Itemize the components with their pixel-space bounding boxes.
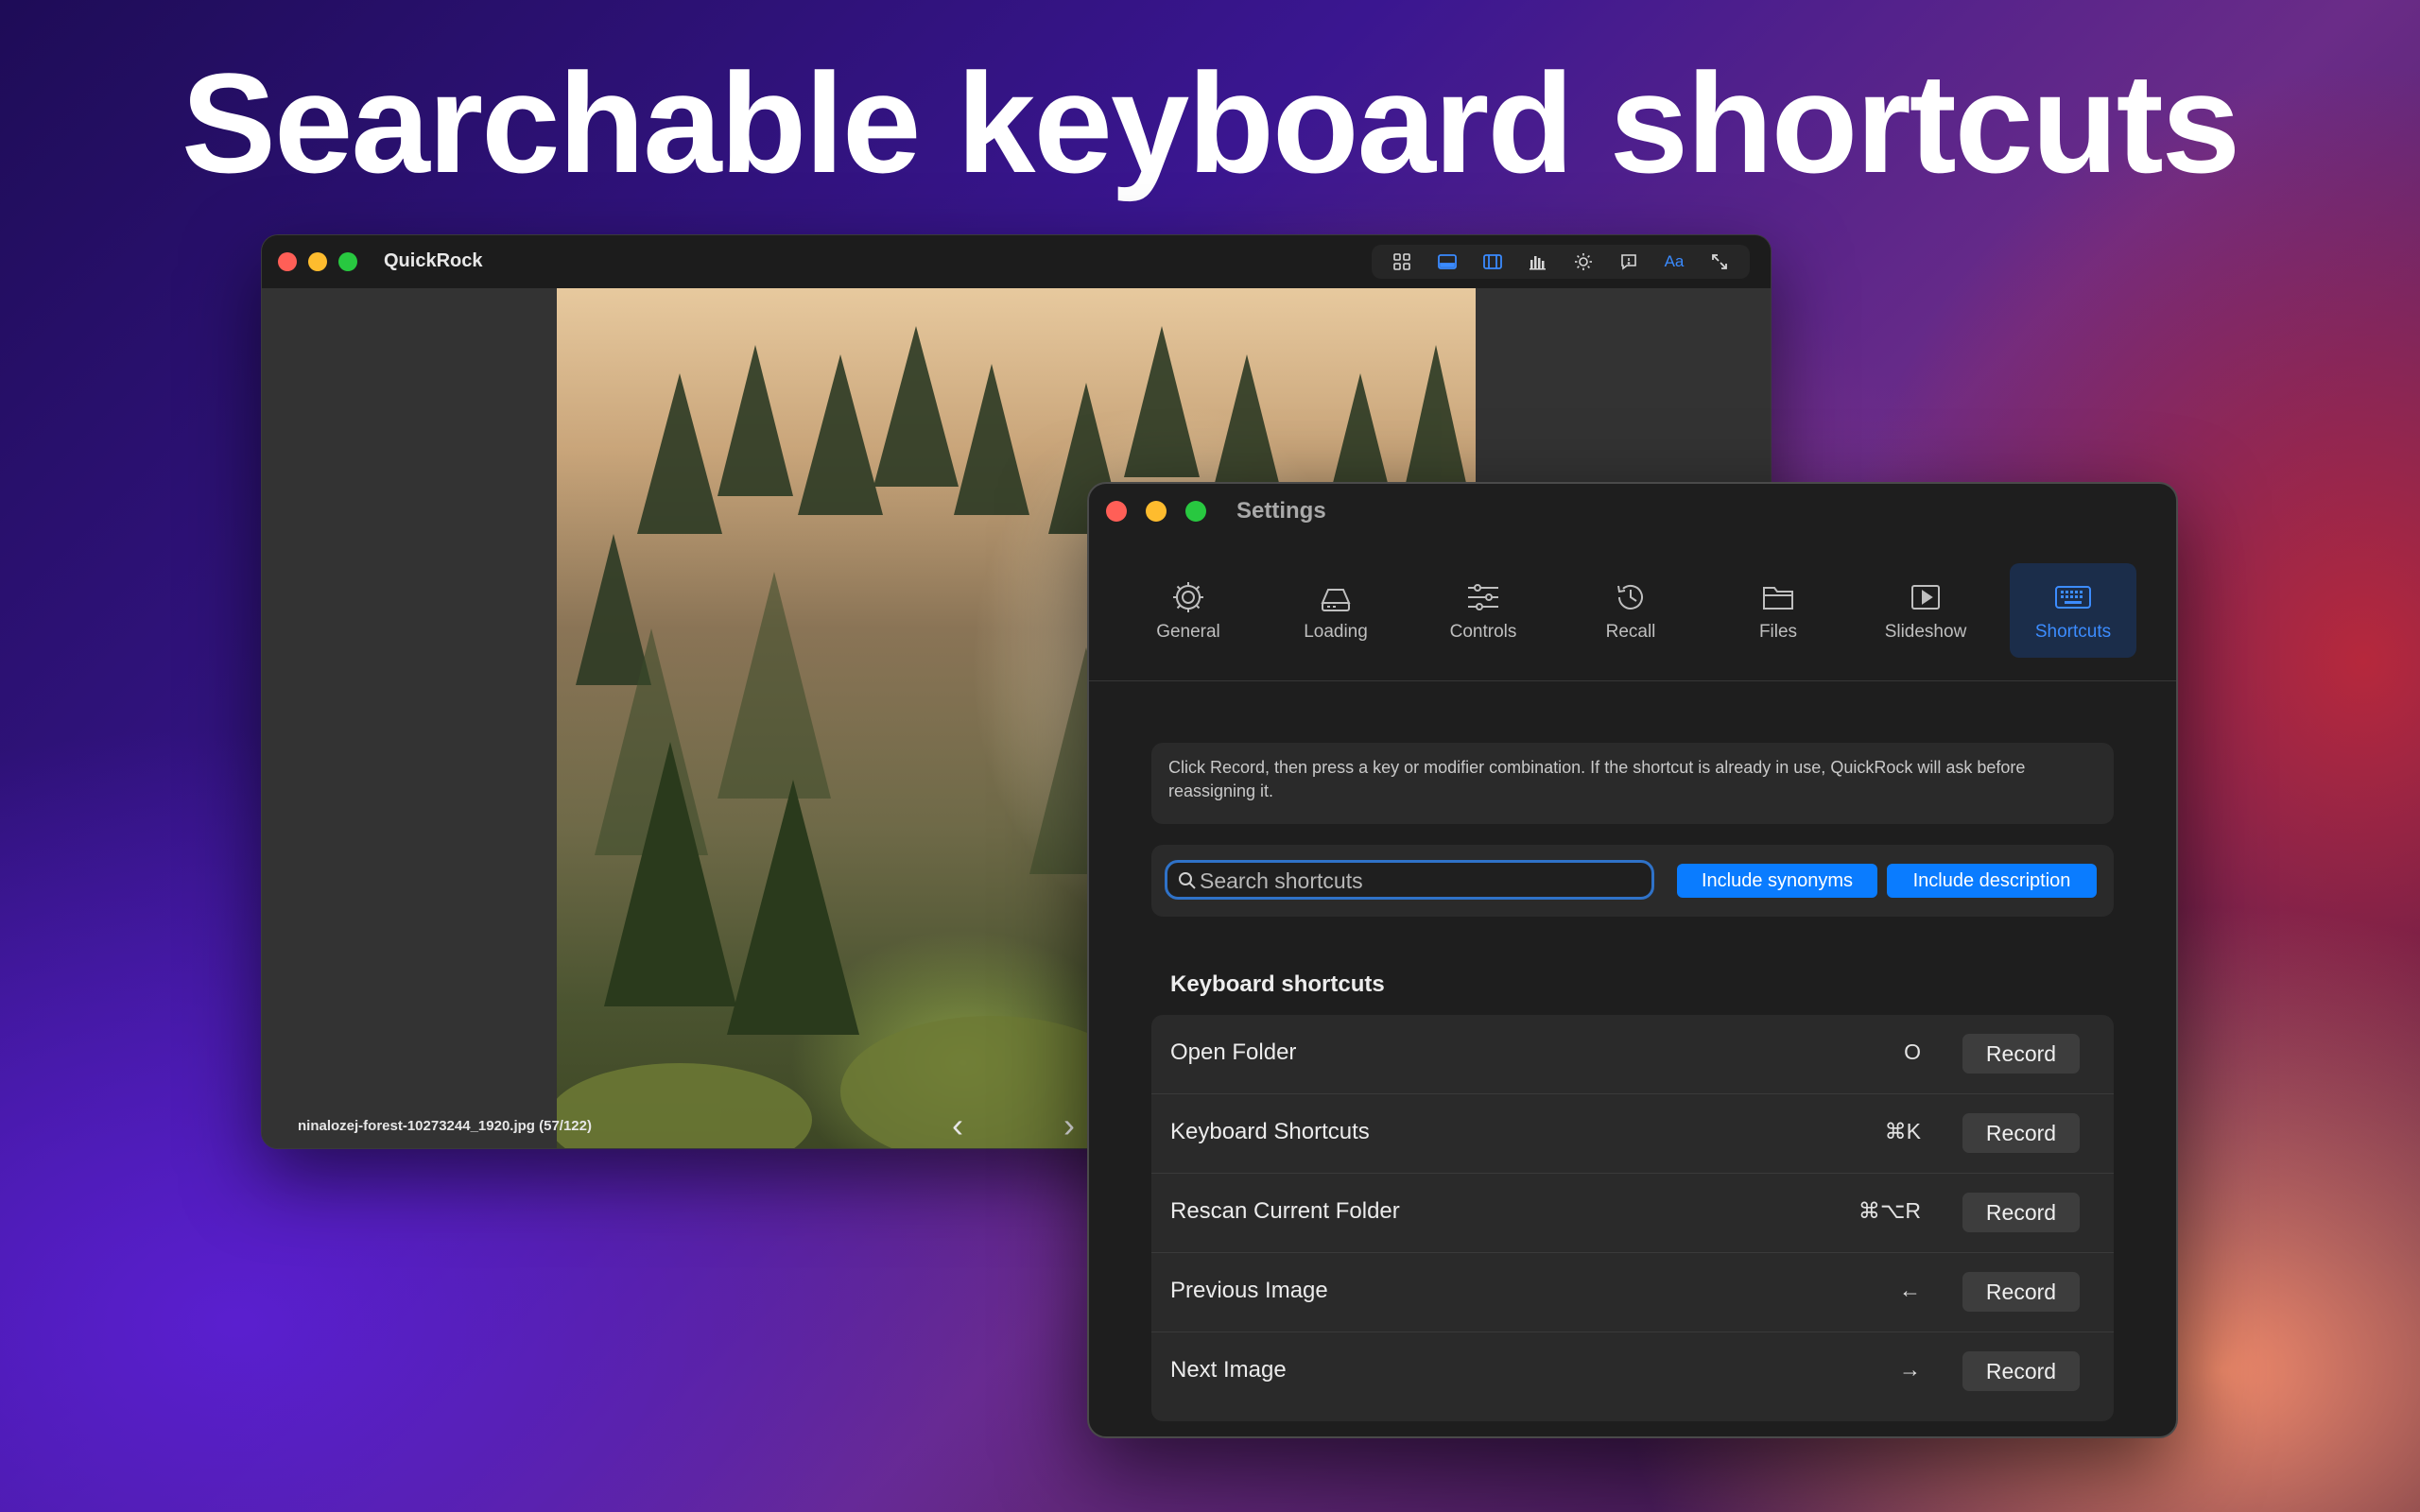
tab-label: Files xyxy=(1758,622,1798,642)
shortcut-key: ← xyxy=(1899,1278,1921,1302)
viewer-left-margin xyxy=(262,288,557,1148)
zoom-button[interactable] xyxy=(338,252,357,271)
folder-icon xyxy=(1763,587,1793,610)
text-icon-label: Aa xyxy=(1664,252,1685,270)
search-input[interactable] xyxy=(1200,865,1644,897)
include-description-button[interactable]: Include description xyxy=(1887,864,2097,898)
viewer-titlebar: QuickRock Aa xyxy=(262,235,1771,288)
gear-icon xyxy=(1173,582,1203,612)
record-button[interactable]: Record xyxy=(1962,1193,2080,1232)
tabs-divider xyxy=(1089,680,2176,681)
minimize-button[interactable] xyxy=(308,252,327,271)
tab-general[interactable]: General xyxy=(1125,563,1252,658)
expand-icon[interactable] xyxy=(1705,248,1734,276)
play-icon xyxy=(1911,585,1940,610)
search-field xyxy=(1165,860,1654,900)
text-icon[interactable]: Aa xyxy=(1660,248,1688,276)
histogram-icon[interactable] xyxy=(1524,248,1552,276)
filmstrip-icon[interactable] xyxy=(1478,248,1507,276)
tab-shortcuts[interactable]: Shortcuts xyxy=(2010,563,2136,658)
previous-image-button[interactable]: ‹ xyxy=(952,1108,963,1143)
next-image-button[interactable]: › xyxy=(1063,1108,1075,1143)
settings-tabs: General Loading Controls Recall Files Sl… xyxy=(1125,563,2146,662)
close-button[interactable] xyxy=(278,252,297,271)
headline: Searchable keyboard shortcuts xyxy=(181,43,2240,202)
section-title: Keyboard shortcuts xyxy=(1170,971,1385,997)
tab-slideshow[interactable]: Slideshow xyxy=(1862,563,1989,658)
keyboard-icon xyxy=(2055,586,2091,609)
zoom-button[interactable] xyxy=(1185,501,1206,522)
tab-label: Loading xyxy=(1304,622,1368,642)
search-row: Include synonyms Include description xyxy=(1151,845,2114,917)
viewer-toolbar: Aa xyxy=(1372,245,1750,279)
shortcut-name: Previous Image xyxy=(1170,1278,1328,1303)
shortcut-row: Keyboard Shortcuts ⌘K Record xyxy=(1151,1094,2114,1174)
shortcut-name: Keyboard Shortcuts xyxy=(1170,1119,1370,1144)
shortcut-row: Previous Image ← Record xyxy=(1151,1253,2114,1332)
record-button[interactable]: Record xyxy=(1962,1113,2080,1153)
shortcut-name: Next Image xyxy=(1170,1357,1287,1383)
record-button[interactable]: Record xyxy=(1962,1034,2080,1074)
record-button[interactable]: Record xyxy=(1962,1351,2080,1391)
shortcut-name: Open Folder xyxy=(1170,1040,1297,1065)
tab-label: General xyxy=(1156,622,1220,642)
shortcut-row: Next Image → Record xyxy=(1151,1332,2114,1412)
status-filename: ninalozej-forest-10273244_1920.jpg (57/1… xyxy=(298,1118,592,1134)
viewer-title: QuickRock xyxy=(384,250,483,271)
record-button[interactable]: Record xyxy=(1962,1272,2080,1312)
tab-label: Slideshow xyxy=(1884,622,1967,642)
shortcut-key: ⌘K xyxy=(1884,1119,1921,1143)
shortcut-name: Rescan Current Folder xyxy=(1170,1198,1400,1224)
grid-icon[interactable] xyxy=(1388,248,1416,276)
settings-window: Settings General Loading Controls Recall… xyxy=(1087,482,2178,1438)
close-button[interactable] xyxy=(1106,501,1127,522)
shortcut-row: Rescan Current Folder ⌘⌥R Record xyxy=(1151,1174,2114,1253)
shortcut-key: ⌘⌥R xyxy=(1858,1198,1921,1223)
drive-icon xyxy=(1321,589,1351,611)
info-text: Click Record, then press a key or modifi… xyxy=(1151,743,2114,824)
minimize-button[interactable] xyxy=(1146,501,1167,522)
shortcut-key: → xyxy=(1899,1357,1921,1382)
tab-label: Shortcuts xyxy=(2034,622,2112,642)
tab-files[interactable]: Files xyxy=(1715,563,1841,658)
tab-label: Controls xyxy=(1449,622,1517,642)
sliders-icon xyxy=(1468,584,1498,610)
tab-loading[interactable]: Loading xyxy=(1272,563,1399,658)
tab-recall[interactable]: Recall xyxy=(1567,563,1694,658)
shortcut-list: Open Folder O Record Keyboard Shortcuts … xyxy=(1151,1015,2114,1421)
settings-title: Settings xyxy=(1236,498,1326,524)
shortcut-key: O xyxy=(1904,1040,1921,1064)
shortcut-row: Open Folder O Record xyxy=(1151,1015,2114,1094)
include-synonyms-button[interactable]: Include synonyms xyxy=(1677,864,1877,898)
history-icon xyxy=(1617,584,1643,610)
search-icon xyxy=(1179,872,1196,889)
tab-label: Recall xyxy=(1605,622,1656,642)
bottom-panel-icon[interactable] xyxy=(1433,248,1461,276)
tab-controls[interactable]: Controls xyxy=(1420,563,1547,658)
brightness-icon[interactable] xyxy=(1569,248,1598,276)
info-icon[interactable] xyxy=(1615,248,1643,276)
